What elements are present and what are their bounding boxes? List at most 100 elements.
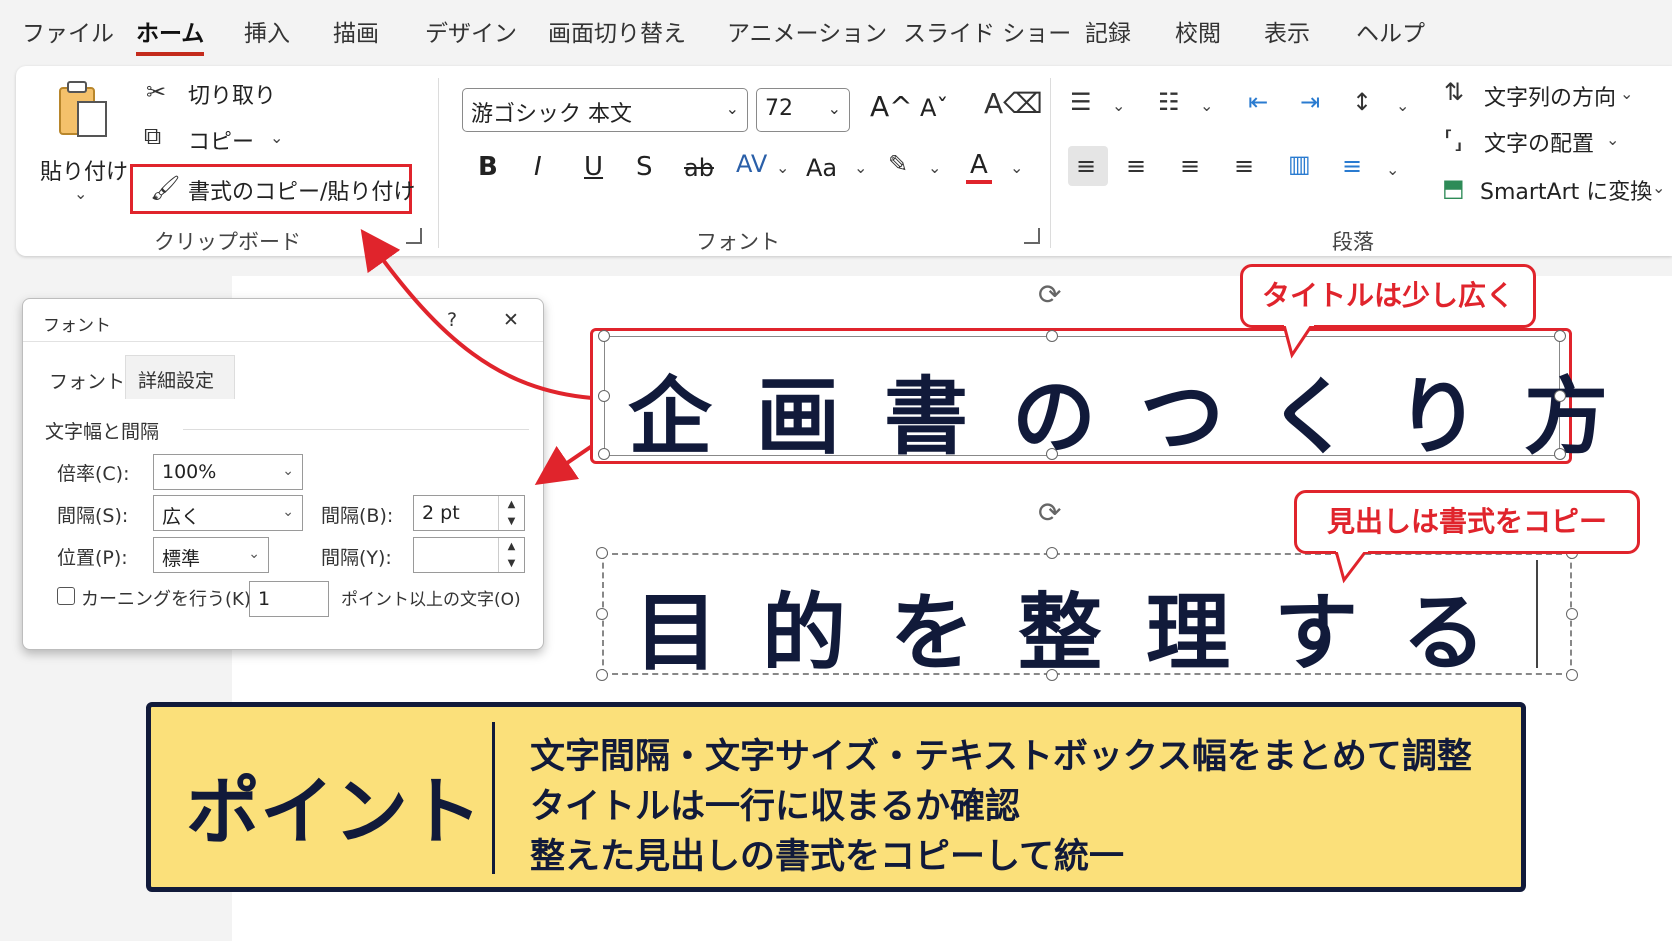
italic-button[interactable]: I <box>534 152 542 182</box>
decrease-indent-icon[interactable]: ⇤ <box>1248 90 1268 114</box>
tab-review[interactable]: 校閲 <box>1175 14 1221 48</box>
position-by-input[interactable]: ▲ ▼ <box>413 537 525 573</box>
chevron-down-icon[interactable]: ⌄ <box>1652 178 1665 197</box>
tab-font[interactable]: フォント <box>49 367 125 394</box>
chevron-down-icon[interactable]: ⌄ <box>1386 160 1399 179</box>
tab-file[interactable]: ファイル <box>22 14 114 48</box>
resize-handle[interactable] <box>1554 390 1566 402</box>
numbering-icon[interactable]: ☷ <box>1158 90 1180 114</box>
resize-handle[interactable] <box>598 390 610 402</box>
rotate-handle-icon[interactable]: ⟳ <box>1038 496 1061 529</box>
format-painter-button[interactable]: 書式のコピー/貼り付け <box>188 174 415 206</box>
spin-up-icon[interactable]: ▲ <box>499 538 524 555</box>
section-heading: 文字幅と間隔 <box>45 421 160 443</box>
tab-draw[interactable]: 描画 <box>333 14 379 48</box>
scale-select[interactable]: 100% ⌄ <box>153 454 303 490</box>
resize-handle[interactable] <box>596 669 608 681</box>
resize-handle[interactable] <box>1554 448 1566 460</box>
copy-chevron-icon[interactable]: ⌄ <box>270 128 283 147</box>
resize-handle[interactable] <box>1046 448 1058 460</box>
tab-slideshow[interactable]: スライド ショー <box>903 14 1071 48</box>
chevron-down-icon[interactable]: ⌄ <box>928 158 941 177</box>
clear-format-icon[interactable]: A⌫ <box>984 90 1043 118</box>
chevron-down-icon[interactable]: ⌄ <box>1396 96 1409 115</box>
text-direction-button[interactable]: 文字列の方向 <box>1484 80 1616 112</box>
kerning-checkbox[interactable] <box>57 587 75 605</box>
title-text[interactable]: 企画書のつくり方 <box>628 350 1652 471</box>
font-size-select[interactable]: 72 ⌄ <box>756 88 850 132</box>
resize-handle[interactable] <box>1046 330 1058 342</box>
chevron-down-icon[interactable]: ⌄ <box>854 158 867 177</box>
align-text-button[interactable]: 文字の配置 <box>1484 126 1594 158</box>
font-color-button[interactable]: A <box>966 150 992 184</box>
tab-transitions[interactable]: 画面切り替え <box>548 14 686 48</box>
position-select[interactable]: 標準 ⌄ <box>153 537 269 573</box>
shadow-button[interactable]: S <box>636 152 653 182</box>
smartart-button[interactable]: SmartArt に変換 <box>1480 174 1652 206</box>
shrink-font-button[interactable]: Aˇ <box>920 94 948 122</box>
rotate-handle-icon[interactable]: ⟳ <box>1038 278 1061 311</box>
grow-font-button[interactable]: A^ <box>870 90 913 123</box>
tab-advanced[interactable]: 詳細設定 <box>125 355 235 399</box>
underline-button[interactable]: U <box>584 152 603 182</box>
kerning-input[interactable]: 1 <box>249 581 329 617</box>
font-name-select[interactable]: 游ゴシック 本文 ⌄ <box>462 88 748 132</box>
chevron-down-icon: ⌄ <box>827 99 841 118</box>
tab-help[interactable]: ヘルプ <box>1356 14 1425 48</box>
spin-down-icon[interactable]: ▼ <box>499 513 524 530</box>
tab-animations[interactable]: アニメーション <box>727 14 887 48</box>
resize-handle[interactable] <box>596 547 608 559</box>
tab-design[interactable]: デザイン <box>425 14 517 48</box>
strikethrough-button[interactable]: ab <box>684 154 714 182</box>
subtitle-text[interactable]: 目的を整理する <box>634 566 1530 687</box>
chevron-down-icon: ⌄ <box>282 463 294 479</box>
justify-icon[interactable]: ≡ <box>1234 154 1254 178</box>
resize-handle[interactable] <box>598 330 610 342</box>
tab-view[interactable]: 表示 <box>1264 14 1310 48</box>
resize-handle[interactable] <box>1566 608 1578 620</box>
resize-handle[interactable] <box>598 448 610 460</box>
spacing-by-input[interactable]: 2 pt ▲ ▼ <box>413 495 525 531</box>
line-spacing-icon[interactable]: ↕ <box>1352 90 1372 114</box>
clipboard-launcher-icon[interactable] <box>406 228 422 244</box>
increase-indent-icon[interactable]: ⇥ <box>1300 90 1320 114</box>
spacing-by-label: 間隔(B): <box>321 505 394 527</box>
tab-record[interactable]: 記録 <box>1085 14 1131 48</box>
change-case-button[interactable]: Aa <box>806 154 837 182</box>
spacing-select[interactable]: 広く ⌄ <box>153 495 303 531</box>
distributed-icon[interactable]: ≡ <box>1342 154 1362 178</box>
resize-handle[interactable] <box>596 608 608 620</box>
spinner[interactable]: ▲ ▼ <box>498 496 524 530</box>
chevron-down-icon[interactable]: ⌄ <box>1606 130 1619 149</box>
spin-down-icon[interactable]: ▼ <box>499 555 524 572</box>
chevron-down-icon[interactable]: ⌄ <box>74 184 87 203</box>
copy-button[interactable]: コピー <box>188 124 254 156</box>
char-spacing-button[interactable]: AV <box>736 150 767 178</box>
resize-handle[interactable] <box>1566 669 1578 681</box>
cut-button[interactable]: 切り取り <box>188 78 276 110</box>
paste-button[interactable]: 貼り付け ⌄ <box>36 76 128 206</box>
chevron-down-icon[interactable]: ⌄ <box>1010 158 1023 177</box>
help-button[interactable]: ? <box>447 309 457 331</box>
align-left-button[interactable]: ≡ <box>1068 146 1108 186</box>
chevron-down-icon[interactable]: ⌄ <box>1112 96 1125 115</box>
bold-button[interactable]: B <box>478 152 498 182</box>
chevron-down-icon[interactable]: ⌄ <box>776 158 789 177</box>
columns-icon[interactable]: ▥ <box>1288 152 1311 176</box>
chevron-down-icon: ⌄ <box>248 546 260 562</box>
close-button[interactable]: ✕ <box>503 309 519 331</box>
bullets-icon[interactable]: ☰ <box>1070 90 1092 114</box>
spin-up-icon[interactable]: ▲ <box>499 496 524 513</box>
resize-handle[interactable] <box>1046 669 1058 681</box>
tab-home[interactable]: ホーム <box>136 14 205 56</box>
chevron-down-icon[interactable]: ⌄ <box>1200 96 1213 115</box>
resize-handle[interactable] <box>1046 547 1058 559</box>
chevron-down-icon[interactable]: ⌄ <box>1620 84 1633 103</box>
spinner[interactable]: ▲ ▼ <box>498 538 524 572</box>
tab-insert[interactable]: 挿入 <box>244 14 290 48</box>
resize-handle[interactable] <box>1554 330 1566 342</box>
font-launcher-icon[interactable] <box>1024 228 1040 244</box>
align-right-icon[interactable]: ≡ <box>1180 154 1200 178</box>
align-center-icon[interactable]: ≡ <box>1126 154 1146 178</box>
highlighter-icon[interactable]: ✎ <box>888 152 908 176</box>
